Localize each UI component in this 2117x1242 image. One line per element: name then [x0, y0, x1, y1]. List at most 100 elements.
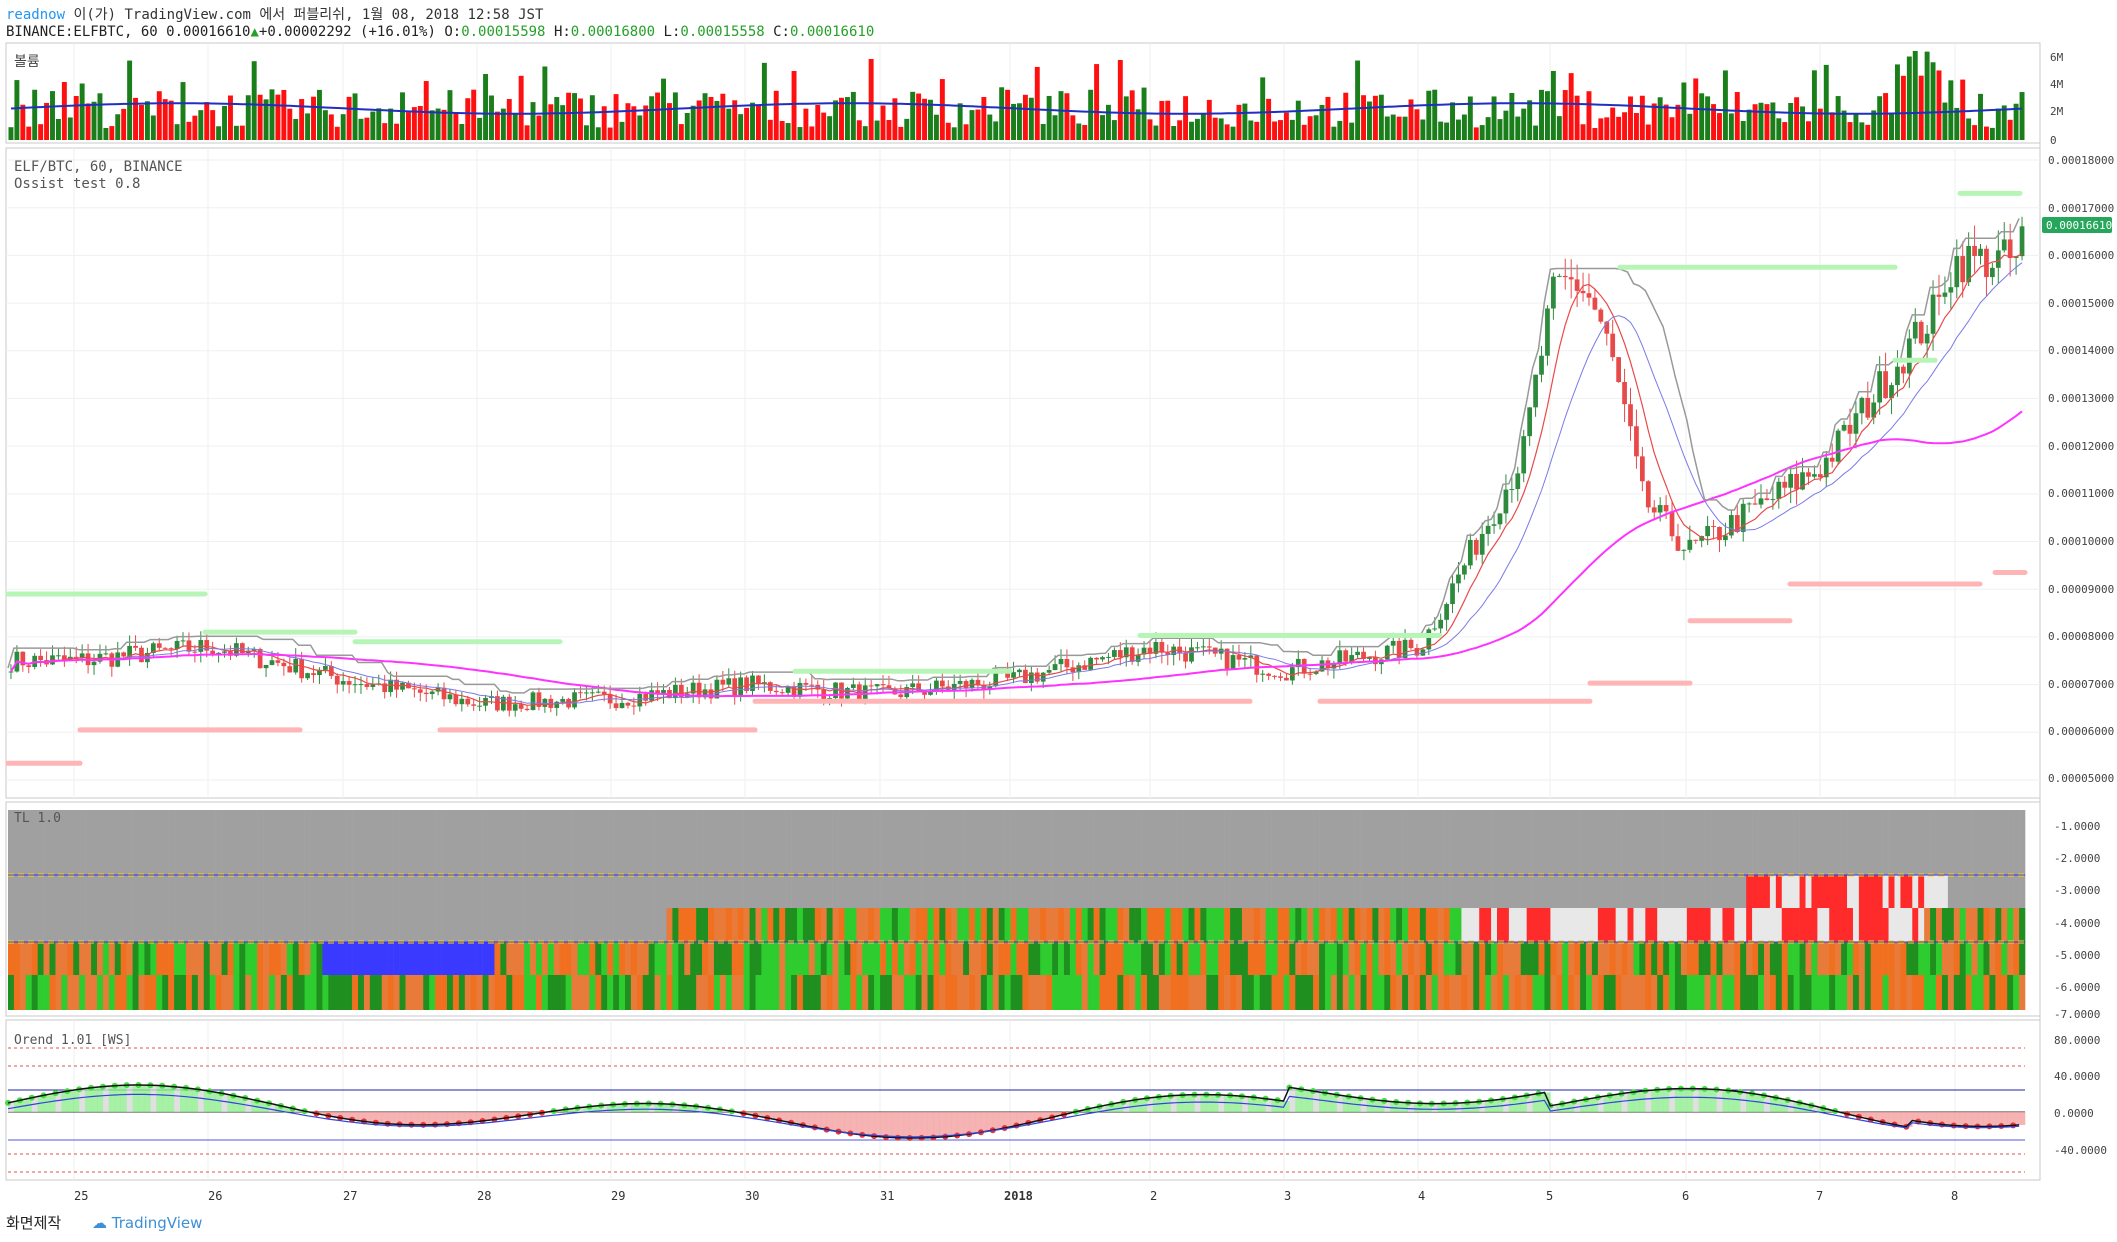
- tl-cell: [1069, 810, 1077, 875]
- tl-cell: [1870, 942, 1877, 975]
- candle-body: [957, 680, 963, 684]
- tl-cell: [565, 908, 572, 942]
- tl-cell: [1485, 875, 1492, 908]
- tl-cell: [1277, 810, 1284, 875]
- tl-cell: [1532, 942, 1539, 975]
- tl-cell: [1977, 875, 1984, 908]
- tl-cell: [251, 975, 258, 1010]
- candle-body: [1942, 292, 1948, 297]
- tl-cell: [518, 810, 525, 875]
- volume-bar: [1746, 109, 1752, 140]
- tl-cell: [1152, 875, 1160, 908]
- tl-cell: [1847, 908, 1854, 942]
- tl-cell: [1402, 875, 1409, 908]
- tl-cell: [37, 942, 44, 975]
- orend-hist: [856, 1112, 863, 1135]
- tl-cell: [197, 875, 205, 908]
- tl-cell: [547, 875, 555, 908]
- tl-cell: [1763, 908, 1771, 942]
- tl-cell: [429, 908, 436, 942]
- tl-cell: [850, 942, 857, 975]
- tl-cell: [1271, 908, 1278, 942]
- tl-cell: [624, 942, 632, 975]
- tl-cell: [191, 942, 199, 975]
- tl-cell: [162, 975, 169, 1010]
- tl-cell: [583, 875, 590, 908]
- tl-cell: [1129, 908, 1136, 942]
- volume-bar: [1337, 120, 1343, 140]
- tl-cell: [921, 975, 928, 1010]
- candle-body: [441, 687, 447, 700]
- tradingview-logo-icon[interactable]: ☁ TradingView: [92, 1214, 202, 1232]
- tradingview-brand[interactable]: TradingView: [112, 1214, 203, 1232]
- tl-cell: [1396, 810, 1403, 875]
- tl-cell: [1259, 875, 1266, 908]
- tl-cell: [185, 908, 193, 942]
- tl-cell: [1099, 875, 1106, 908]
- tl-axis: -1.0000 -2.0000 -3.0000 -4.0000 -5.0000 …: [2054, 820, 2100, 1021]
- tl-cell: [274, 942, 282, 975]
- candle-body: [1521, 436, 1527, 474]
- tl-cell: [197, 810, 205, 875]
- tl-cell: [215, 875, 222, 908]
- tl-cell: [1639, 975, 1646, 1010]
- tl-cell: [808, 942, 816, 975]
- tl-cell: [1348, 908, 1355, 942]
- tl-cell: [1247, 875, 1255, 908]
- tl-cell: [1283, 810, 1290, 875]
- candle-body: [1568, 277, 1574, 280]
- tl-cell: [1841, 975, 1848, 1010]
- tl-cell: [1336, 975, 1344, 1010]
- volume-bar: [933, 114, 939, 140]
- candle-body: [1960, 256, 1966, 283]
- candle-body: [1094, 657, 1099, 660]
- tl-cell: [1022, 908, 1029, 942]
- tl-cell: [1930, 942, 1937, 975]
- candle-body: [773, 690, 779, 693]
- tl-cell: [67, 875, 74, 908]
- tl-cell: [1633, 942, 1640, 975]
- volume-bar: [815, 104, 821, 140]
- tl-cell: [1087, 975, 1094, 1010]
- tl-cell: [1437, 975, 1444, 1010]
- tl-cell: [1313, 875, 1320, 908]
- volume-bar: [394, 123, 400, 140]
- volume-bar: [1900, 75, 1906, 140]
- tl-cell: [1419, 942, 1427, 975]
- tl-cell: [144, 908, 151, 942]
- tl-cell: [696, 875, 703, 908]
- tl-cell: [636, 875, 644, 908]
- tl-cell: [470, 875, 477, 908]
- tl-cell: [1188, 875, 1195, 908]
- candle-body: [1936, 294, 1942, 297]
- tl-cell: [1058, 942, 1065, 975]
- chart-canvas[interactable]: 볼륨 ELF/BTC, 60, BINANCE Ossist test 0.8 …: [0, 0, 2117, 1242]
- tl-cell: [619, 908, 626, 942]
- tl-cell: [1663, 942, 1670, 975]
- tl-cell: [1722, 875, 1729, 908]
- tl-cell: [304, 975, 311, 1010]
- tl-cell: [1983, 975, 1990, 1010]
- candle-body: [1485, 525, 1491, 534]
- tl-cell: [328, 875, 335, 908]
- tl-cell: [245, 875, 252, 908]
- volume-bar: [791, 70, 797, 140]
- tl-cell: [1016, 908, 1023, 942]
- tl-cell: [144, 942, 151, 975]
- tl-cell: [1835, 810, 1842, 875]
- tl-cell: [1556, 942, 1563, 975]
- tl-cell: [1591, 810, 1599, 875]
- tl-cell: [1283, 908, 1290, 942]
- tl-cell: [316, 975, 323, 1010]
- tl-cell: [358, 810, 365, 875]
- orend-hist: [1680, 1088, 1688, 1112]
- tl-cell: [328, 908, 335, 942]
- tl-cell: [209, 810, 216, 875]
- tl-cell: [245, 975, 252, 1010]
- volume-bar: [1100, 115, 1105, 140]
- volume-bar: [2007, 119, 2013, 140]
- tl-cell: [874, 975, 881, 1010]
- tl-cell: [583, 975, 590, 1010]
- tl-cell: [209, 975, 216, 1010]
- tl-cell: [2013, 908, 2020, 942]
